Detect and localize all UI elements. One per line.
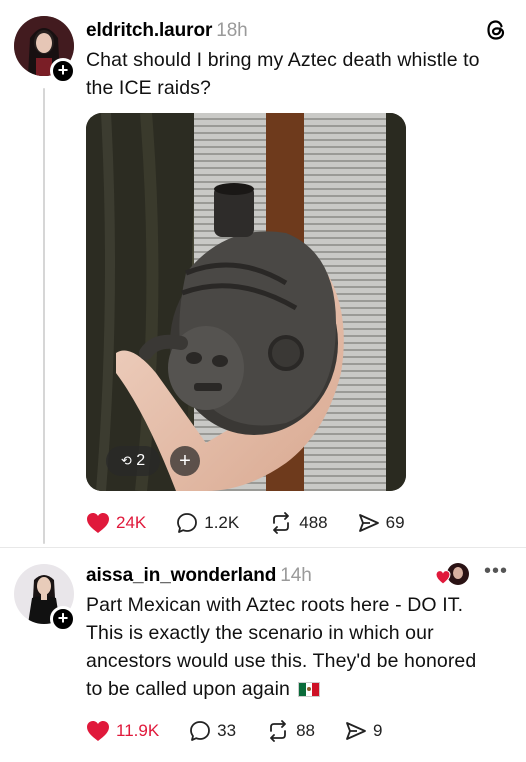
like-button[interactable]: 11.9K [86, 720, 159, 742]
repost-button[interactable]: 88 [266, 720, 315, 742]
username[interactable]: eldritch.lauror 18h [86, 20, 248, 42]
repost-count: 488 [299, 513, 328, 532]
repost-icon: ⟲ [120, 453, 132, 468]
comment-icon [177, 513, 198, 533]
thread-line [43, 88, 45, 544]
post-text-line: to be called upon again [86, 678, 290, 700]
threads-icon[interactable] [484, 18, 508, 42]
follow-plus-icon[interactable]: + [50, 606, 76, 632]
repost-button[interactable]: 488 [269, 512, 328, 534]
username-label[interactable]: eldritch.lauror [86, 20, 212, 41]
heart-icon [87, 721, 109, 741]
post-text-line-with-flag: to be called upon again [86, 675, 476, 703]
comment-count: 33 [217, 721, 237, 740]
share-count: 9 [373, 721, 383, 740]
like-count: 24K [116, 513, 147, 532]
mexico-flag-icon [297, 681, 320, 697]
post-2: + aissa_in_wonderland 14h ••• Part Mexica… [0, 548, 526, 762]
repost-count: 88 [296, 721, 316, 740]
username[interactable]: aissa_in_wonderland 14h [86, 565, 312, 587]
post-text-line: the ICE raids? [86, 77, 211, 99]
post-actions: 11.9K 33 88 9 [86, 718, 412, 744]
share-icon [346, 722, 366, 740]
carousel-count-badge[interactable]: ⟲ 2 [106, 446, 160, 476]
author-liked-icon [435, 562, 470, 588]
share-count: 69 [385, 513, 405, 532]
post-text-line: Chat should I bring my Aztec death whist… [86, 49, 480, 71]
post-image[interactable]: ⟲ 2 + [86, 113, 406, 491]
post-text: Part Mexican with Aztec roots here - DO … [86, 591, 476, 703]
timestamp: 18h [216, 20, 248, 41]
share-button[interactable]: 9 [345, 720, 382, 742]
timestamp: 14h [280, 565, 312, 586]
post-1: + eldritch.lauror 18h Chat should I bring… [0, 0, 526, 545]
repost-icon [270, 720, 286, 742]
username-label[interactable]: aissa_in_wonderland [86, 565, 276, 586]
follow-plus-icon[interactable]: + [50, 58, 76, 84]
share-button[interactable]: 69 [358, 512, 405, 534]
comment-icon [190, 721, 211, 741]
post-text-line: ancestors would use this. They'd be hono… [86, 650, 477, 672]
repost-icon [273, 512, 290, 534]
post-actions: 24K 1.2K 488 69 [86, 510, 435, 536]
comment-button[interactable]: 33 [189, 720, 236, 742]
like-count: 11.9K [116, 721, 160, 740]
heart-icon [87, 513, 109, 533]
comment-count: 1.2K [204, 513, 240, 532]
add-icon[interactable]: + [170, 446, 200, 476]
comment-button[interactable]: 1.2K [176, 512, 239, 534]
post-text-line: Part Mexican with Aztec roots here - DO … [86, 594, 464, 616]
like-button[interactable]: 24K [86, 512, 146, 534]
share-icon [358, 514, 379, 532]
post-text-line: This is exactly the scenario in which ou… [86, 622, 434, 644]
post-text: Chat should I bring my Aztec death whist… [86, 46, 480, 102]
carousel-count: 2 [136, 452, 146, 469]
more-options-icon[interactable]: ••• [484, 560, 508, 583]
